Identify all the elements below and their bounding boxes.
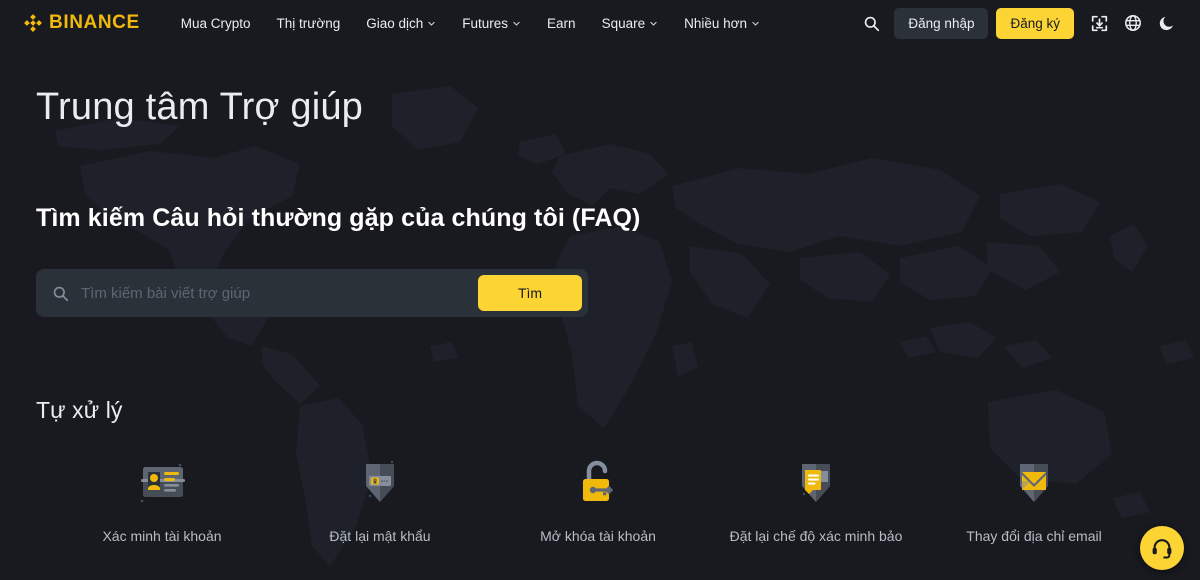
headset-support-icon	[1152, 539, 1172, 559]
download-app-icon	[1091, 15, 1107, 31]
nav-label-2: Giao dịch	[366, 15, 424, 31]
nav-item-4[interactable]: Earn	[534, 10, 589, 37]
self-service-tile-unlock-account[interactable]: Mở khóa tài khoản	[498, 454, 698, 544]
self-service-section-title: Tự xử lý	[36, 397, 123, 423]
search-icon	[864, 16, 880, 31]
main-content: Trung tâm Trợ giúp Tìm kiếm Câu hỏi thườ…	[0, 86, 1200, 544]
moon-icon	[1159, 16, 1173, 31]
shield-password-icon	[354, 454, 406, 512]
download-app-button[interactable]	[1082, 6, 1116, 40]
top-navigation-bar: BINANCE Mua Crypto Thị trường Giao dịch …	[0, 0, 1200, 46]
nav-label-3: Futures	[462, 15, 509, 31]
chevron-down-icon	[513, 21, 520, 26]
chevron-down-icon	[752, 21, 759, 26]
search-submit-button[interactable]: Tìm	[478, 275, 582, 311]
faq-heading: Tìm kiếm Câu hỏi thường gặp của chúng tô…	[36, 204, 641, 232]
self-service-label-2: Mở khóa tài khoản	[540, 528, 656, 544]
nav-item-0[interactable]: Mua Crypto	[168, 10, 264, 37]
self-service-label-0: Xác minh tài khoản	[102, 528, 222, 544]
self-service-label-3: Đặt lại chế độ xác minh bảo	[729, 528, 903, 544]
self-service-tile-change-email[interactable]: Thay đổi địa chỉ email	[934, 454, 1134, 544]
binance-logo-text: BINANCE	[49, 12, 140, 33]
self-service-tiles: Xác minh tài khoản Đặt lại mật khẩu Mở k…	[36, 454, 1164, 544]
nav-label-0: Mua Crypto	[180, 15, 251, 31]
shield-envelope-icon	[1008, 454, 1060, 512]
self-service-tile-reset-2fa[interactable]: Đặt lại chế độ xác minh bảo	[716, 454, 916, 544]
language-button[interactable]	[1116, 6, 1150, 40]
header-actions: Đăng nhập Đăng ký	[854, 6, 1184, 40]
self-service-tile-reset-password[interactable]: Đặt lại mật khẩu	[280, 454, 480, 544]
binance-diamond-logo-icon	[24, 14, 42, 32]
search-icon	[52, 285, 69, 302]
search-input[interactable]	[81, 284, 478, 302]
nav-label-1: Thị trường	[276, 15, 341, 31]
self-service-label-1: Đặt lại mật khẩu	[329, 528, 431, 544]
shield-document-icon	[790, 454, 842, 512]
nav-label-5: Square	[601, 15, 646, 31]
header-search-button[interactable]	[854, 6, 888, 40]
theme-toggle-button[interactable]	[1150, 6, 1184, 40]
nav-label-4: Earn	[547, 15, 576, 31]
register-button[interactable]: Đăng ký	[996, 7, 1074, 39]
support-chat-button[interactable]	[1140, 526, 1184, 570]
nav-item-6[interactable]: Nhiều hơn	[671, 10, 773, 37]
chevron-down-icon	[428, 21, 435, 26]
nav-item-3[interactable]: Futures	[449, 10, 534, 37]
id-card-verify-icon	[133, 454, 191, 512]
binance-logo[interactable]: BINANCE	[22, 12, 140, 34]
unlock-padlock-key-icon	[573, 454, 623, 512]
nav-item-5[interactable]: Square	[589, 10, 672, 37]
main-nav: Mua Crypto Thị trường Giao dịch Futures …	[168, 10, 773, 37]
globe-icon	[1125, 15, 1141, 31]
page-title: Trung tâm Trợ giúp	[36, 86, 364, 128]
self-service-tile-account-verification[interactable]: Xác minh tài khoản	[62, 454, 262, 544]
nav-label-6: Nhiều hơn	[684, 15, 748, 31]
help-search-bar: Tìm	[36, 269, 588, 317]
self-service-label-4: Thay đổi địa chỉ email	[966, 528, 1102, 544]
nav-item-2[interactable]: Giao dịch	[353, 10, 449, 37]
login-button[interactable]: Đăng nhập	[894, 7, 989, 39]
chevron-down-icon	[650, 21, 657, 26]
nav-item-1[interactable]: Thị trường	[264, 10, 354, 37]
